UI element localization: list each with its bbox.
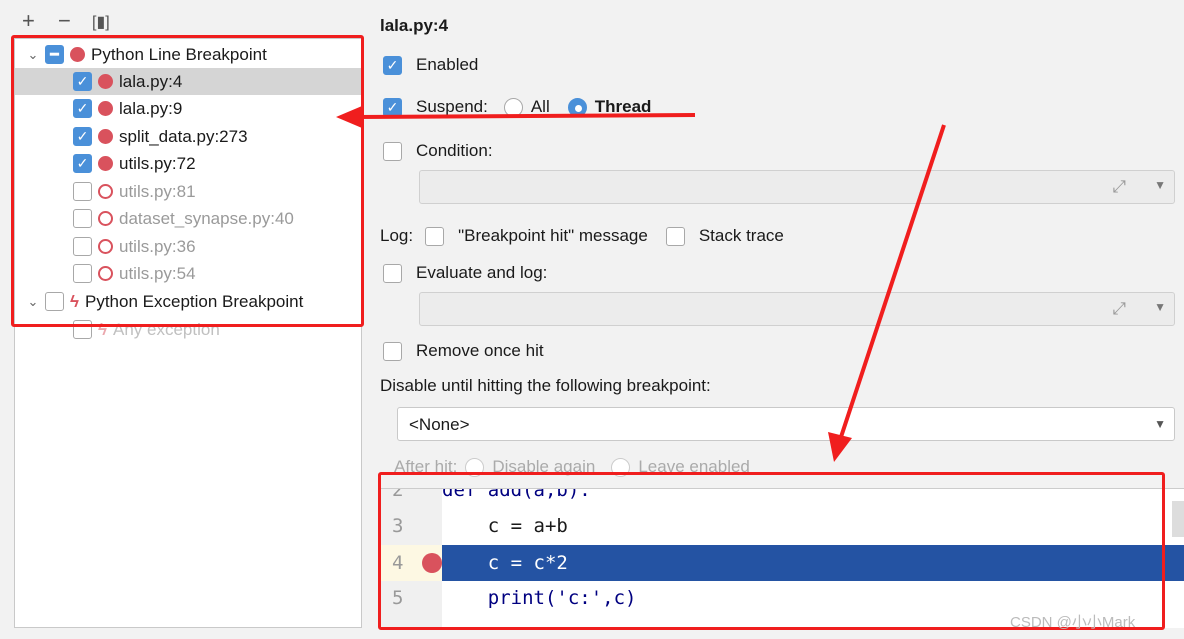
arrow-line — [838, 124, 946, 441]
annotation-arrows — [336, 106, 946, 462]
arrow-line — [354, 113, 696, 119]
arrow-head — [336, 106, 362, 128]
arrow-head — [828, 432, 852, 462]
